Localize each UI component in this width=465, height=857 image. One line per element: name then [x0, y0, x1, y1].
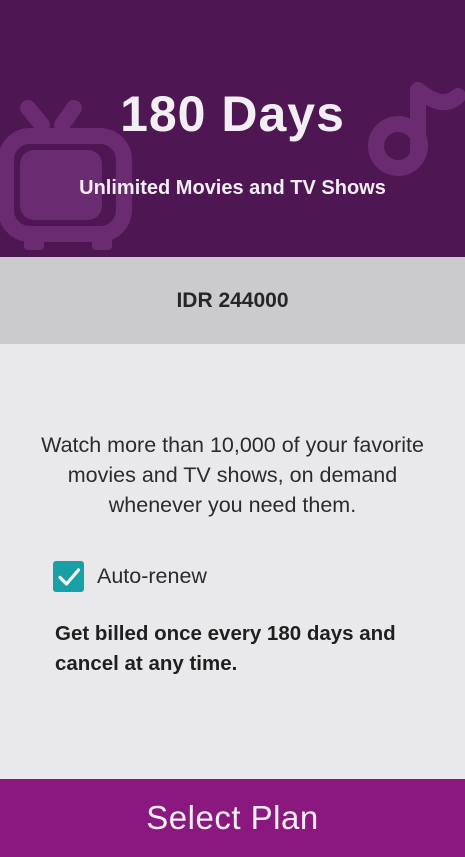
auto-renew-label: Auto-renew: [97, 564, 207, 588]
plan-card: 180 Days Unlimited Movies and TV Shows I…: [0, 0, 465, 857]
billing-note: Get billed once every 180 days and cance…: [55, 622, 396, 675]
plan-header: 180 Days Unlimited Movies and TV Shows: [0, 0, 465, 257]
select-plan-button[interactable]: Select Plan: [0, 779, 465, 857]
plan-title: 180 Days: [120, 86, 345, 142]
plan-details: Watch more than 10,000 of your favorite …: [0, 344, 465, 779]
checkmark-icon: [57, 567, 80, 586]
plan-description: Watch more than 10,000 of your favorite …: [41, 433, 424, 517]
plan-subtitle: Unlimited Movies and TV Shows: [79, 177, 386, 199]
plan-price: IDR 244000: [176, 289, 289, 312]
price-band: IDR 244000: [0, 257, 465, 344]
auto-renew-toggle[interactable]: Auto-renew: [53, 561, 207, 592]
auto-renew-checkbox[interactable]: [53, 561, 84, 592]
